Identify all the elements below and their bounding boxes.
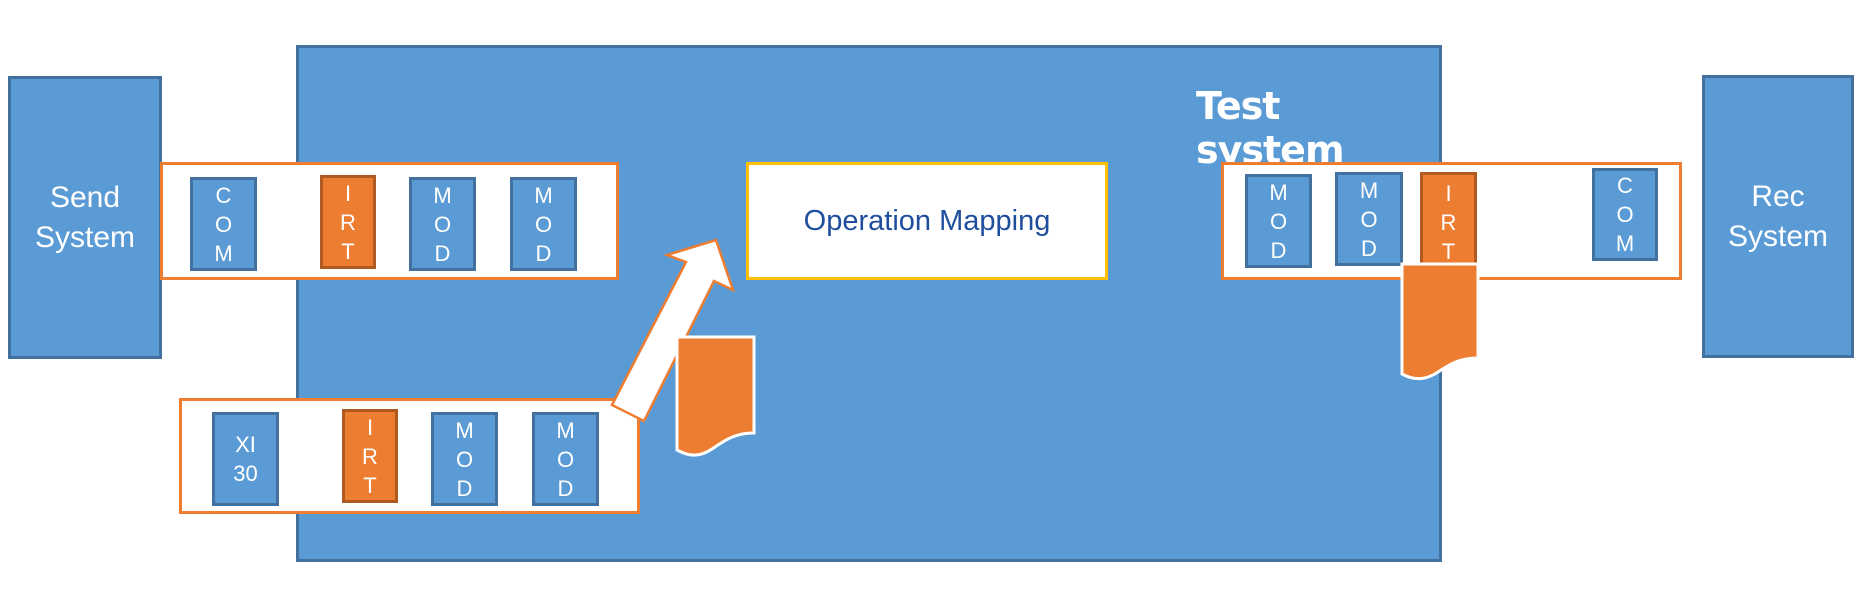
document-icon [1400, 262, 1480, 381]
diagram-overlay [610, 238, 1480, 457]
document-icon [675, 335, 756, 457]
